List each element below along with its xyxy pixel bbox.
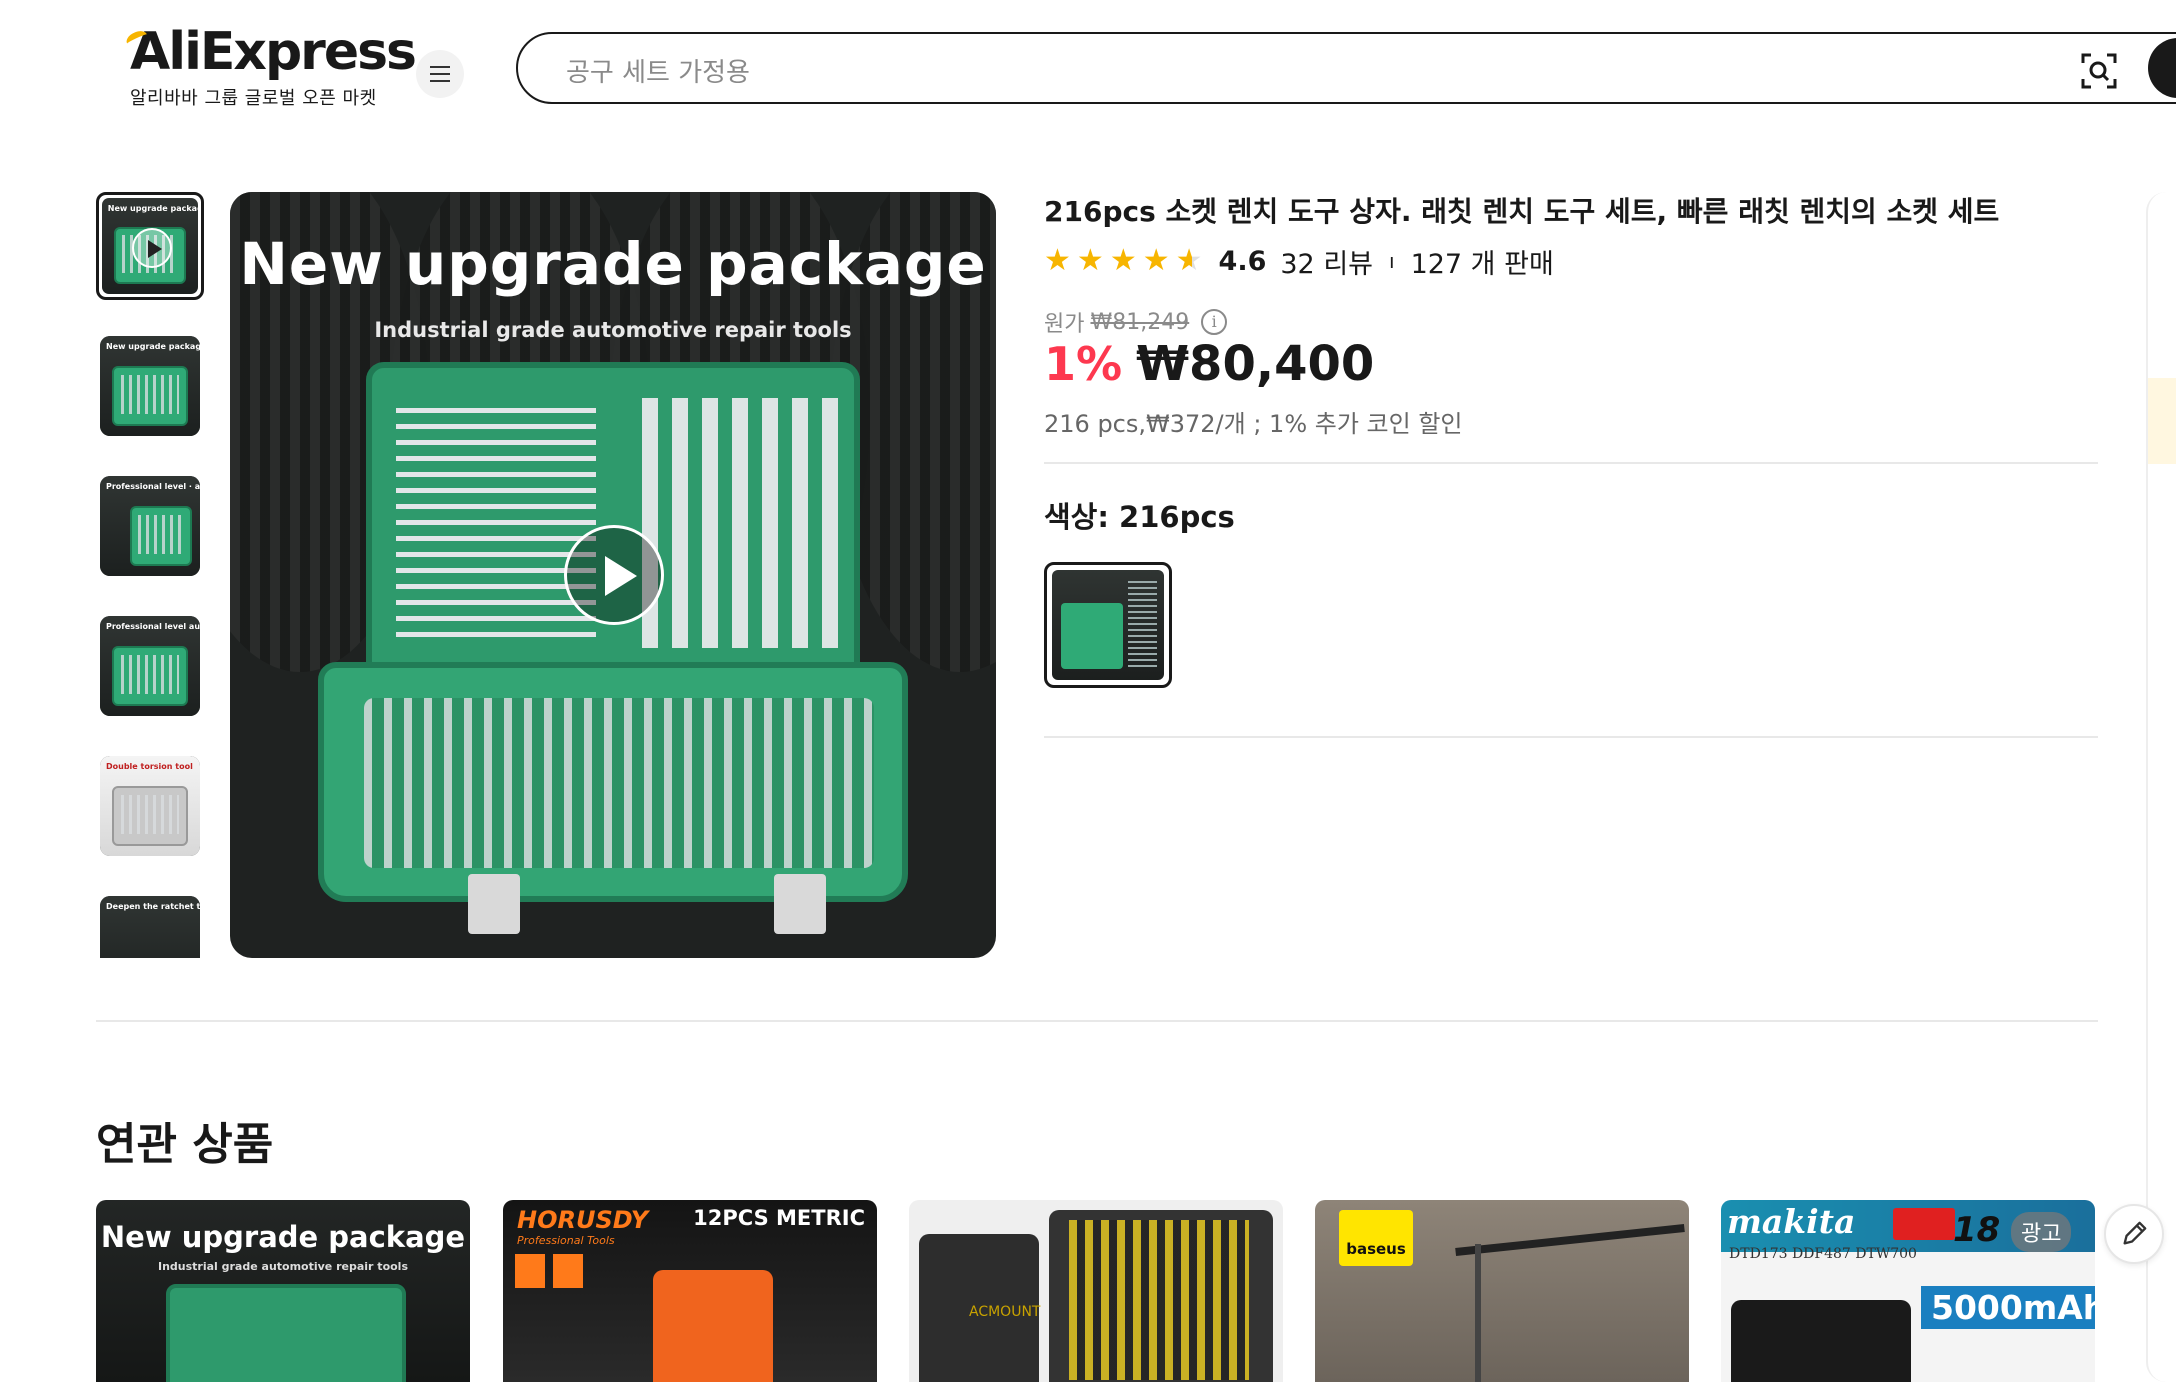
play-icon [132,228,172,268]
original-price: ₩81,249 [1090,309,1190,335]
image-search-icon[interactable] [2080,52,2118,90]
thumbnail-caption: Professional level auto repair kit [106,622,200,631]
original-price-row: 원가 ₩81,249 i [1044,306,1228,338]
feedback-button[interactable] [2104,1204,2164,1264]
separator: ı [1389,249,1395,273]
star-icon: ★ [1076,243,1104,278]
side-panel-edge [2146,192,2176,1382]
card-brand-sub: Professional Tools [517,1234,615,1247]
thumbnail-image[interactable]: New upgrade package [100,336,200,436]
current-price: ₩80,400 [1136,336,1375,392]
card-image-title: New upgrade package [100,1220,466,1254]
product-title: 216pcs 소켓 렌치 도구 상자. 래칫 렌치 도구 세트, 빠른 래칫 렌… [1044,195,2000,228]
price-row: 1% ₩80,400 [1044,336,1374,392]
logo-subtitle: 알리바바 그룹 글로벌 오픈 마켓 [130,88,377,109]
section-divider [96,1020,2098,1022]
related-product-card[interactable]: baseus [1315,1200,1689,1382]
unit-price-info: 216 pcs,₩372/개 ; 1% 추가 코인 할인 [1044,410,1463,438]
related-product-card[interactable]: New upgrade package Industrial grade aut… [96,1200,470,1382]
card-image-subtitle: Industrial grade automotive repair tools [157,1260,408,1273]
sold-count: 127 개 판매 [1410,248,1554,280]
card-capacity: 5000mAh [1921,1286,2095,1329]
search-input[interactable]: 공구 세트 가정용 [566,52,750,89]
card-badge: 12PCS METRIC [693,1206,865,1230]
header: AliExpress 알리바바 그룹 글로벌 오픈 마켓 공구 세트 가정용 [0,0,2176,130]
star-icon: ★ [1142,243,1170,278]
card-brand: makita [1727,1202,1856,1241]
discount-percent: 1% [1044,337,1123,391]
rating-value: 4.6 [1218,245,1267,277]
card-label: ACMOUNT [969,1304,1041,1320]
star-rating: ★ ★ ★ ★ ★ [1044,246,1203,276]
thumbnail-list: New upgrade package New upgrade package … [96,192,204,958]
star-icon: ★ [1109,243,1137,278]
card-brand: HORUSDY [517,1206,649,1234]
card-voltage: 18 [1953,1210,2001,1250]
search-button[interactable] [2148,38,2176,98]
thumbnail-image[interactable]: Professional level auto repair kit [100,616,200,716]
sku-option-216pcs[interactable] [1044,562,1172,688]
divider [1044,736,2098,738]
image-title: New upgrade package [239,230,987,298]
thumbnail-caption: Professional level · auto repair set [106,482,200,491]
thumbnail-caption: New upgrade package [107,203,198,213]
card-brand: baseus [1339,1210,1413,1266]
pencil-icon [2123,1221,2147,1245]
rating-summary[interactable]: ★ ★ ★ ★ ★ 4.6 32 리뷰 ı 127 개 판매 [1044,242,1554,280]
menu-button[interactable] [416,50,464,98]
card-models: DTD173 DDF487 DTW700 [1729,1246,1917,1262]
half-star-icon: ★ [1175,243,1203,278]
star-icon: ★ [1044,243,1071,278]
related-product-card[interactable]: ACMOUNT [909,1200,1283,1382]
color-label: 색상: 216pcs [1044,500,1235,534]
ad-badge: 광고 [2011,1212,2072,1252]
thumbnail-image[interactable]: Professional level · auto repair set [100,476,200,576]
related-products-title: 연관 상품 [96,1119,274,1170]
side-panel-accent [2148,378,2176,464]
thumbnail-image[interactable]: Double torsion tool [100,756,200,856]
thumbnail-caption: New upgrade package [106,342,200,351]
related-product-card[interactable]: makita DTD173 DDF487 DTW700 18 광고 5000mA… [1721,1200,2095,1382]
divider [1044,462,2098,464]
play-video-icon[interactable] [564,525,664,625]
aliexpress-logo[interactable]: AliExpress 알리바바 그룹 글로벌 오픈 마켓 [124,22,417,110]
thumbnail-image[interactable]: Deepen the ratchet teeth [100,896,200,958]
original-price-label: 원가 [1044,312,1085,337]
logo-wordmark: AliExpress [124,22,417,82]
main-product-image[interactable]: New upgrade package Industrial grade aut… [230,192,996,958]
thumbnail-caption: Deepen the ratchet teeth [106,902,200,911]
search-bar[interactable]: 공구 세트 가정용 [516,32,2176,104]
hamburger-icon [430,73,450,75]
info-icon[interactable]: i [1201,309,1228,335]
thumbnail-caption: Double torsion tool [106,762,193,771]
thumbnail-video[interactable]: New upgrade package [96,192,204,300]
review-count[interactable]: 32 리뷰 [1280,242,1373,281]
related-product-card[interactable]: HORUSDY Professional Tools 12PCS METRIC [503,1200,877,1382]
image-subtitle: Industrial grade automotive repair tools [374,318,852,342]
